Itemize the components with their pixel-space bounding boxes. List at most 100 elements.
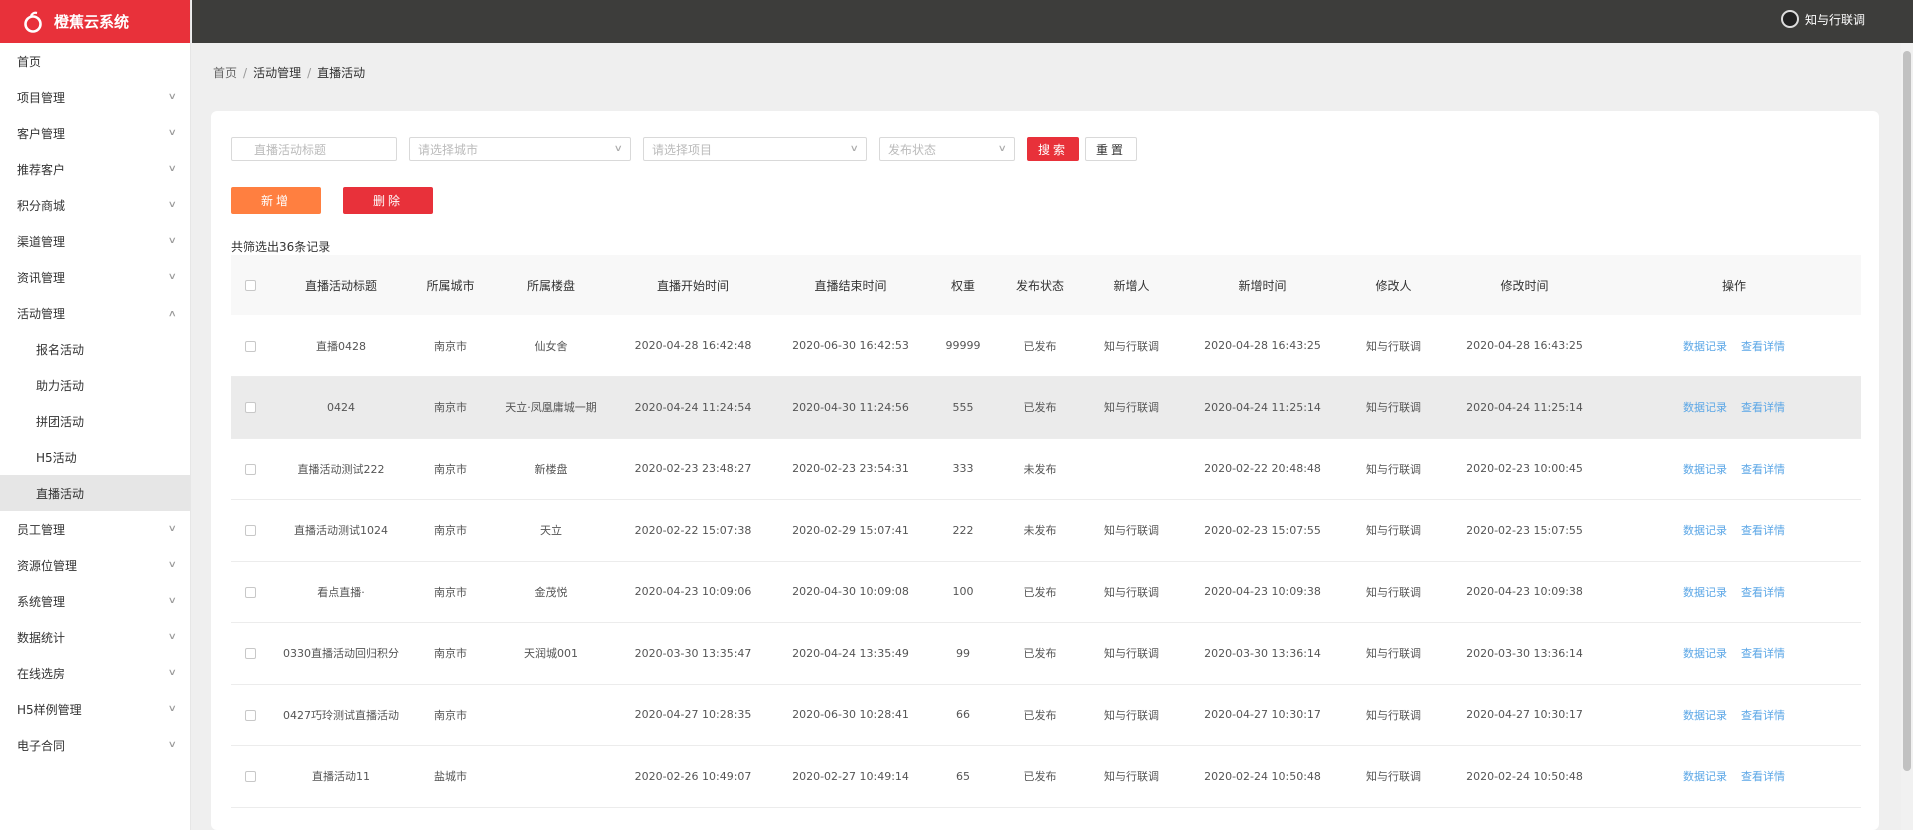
row-actions: 数据记录 查看详情 [1607,684,1861,746]
row-checkbox[interactable] [244,525,256,537]
status-select[interactable]: 发布状态 ∨ [879,137,1015,161]
scrollbar-thumb[interactable] [1903,51,1911,771]
sidebar-item-3[interactable]: 推荐客户 ∨ [0,151,190,187]
data-records-link[interactable]: 数据记录 [1683,340,1727,353]
data-records-link[interactable]: 数据记录 [1683,463,1727,476]
table-row[interactable]: 直播0428 南京市 仙女舍 2020-04-28 16:42:48 2020-06-3… [231,315,1861,377]
chevron-down-icon: ∨ [168,524,178,534]
sidebar-item-0[interactable]: 首页 [0,43,190,79]
table-cell: 2020-02-29 15:07:41 [772,499,929,562]
sidebar-item-6[interactable]: 资讯管理 ∨ [0,259,190,295]
sidebar-item-8[interactable]: 员工管理 ∨ [0,511,190,547]
project-select[interactable]: 请选择项目 ∨ [643,137,867,161]
chevron-down-icon: ∨ [168,560,178,570]
user-menu[interactable]: 知与行联调 [1780,10,1865,28]
table-cell: 2020-06-30 16:42:53 [772,315,929,377]
table-cell: 2020-04-27 10:30:17 [1442,684,1607,746]
sidebar-item-7[interactable]: 活动管理 ∨ [0,295,190,331]
sidebar-item-9[interactable]: 资源位管理 ∨ [0,547,190,583]
sidebar-subitem-3[interactable]: H5活动 [0,439,190,475]
table-cell: 2020-02-23 23:54:31 [772,438,929,500]
table-cell: 知与行联调 [1345,315,1442,377]
sidebar-item-4[interactable]: 积分商城 ∨ [0,187,190,223]
data-records-link[interactable]: 数据记录 [1683,524,1727,537]
sidebar-subitem-1[interactable]: 助力活动 [0,367,190,403]
sidebar-item-14[interactable]: 电子合同 ∨ [0,727,190,763]
breadcrumb-activity[interactable]: 活动管理 [253,66,301,80]
table-cell: 2020-04-23 10:09:38 [1442,561,1607,623]
content-card: 直播活动标题 请选择城市 ∨ 请选择项目 ∨ 发布状态 ∨ 搜索 重置 新增 删… [211,111,1879,830]
sidebar-item-5[interactable]: 渠道管理 ∨ [0,223,190,259]
table-row[interactable]: 直播活动11 盐城市 2020-02-26 10:49:07 2020-02-27 1… [231,745,1861,808]
table-cell: 南京市 [413,376,488,439]
view-details-link[interactable]: 查看详情 [1741,340,1785,353]
delete-button[interactable]: 删除 [343,187,433,214]
select-all-checkbox[interactable] [244,280,256,291]
reset-button[interactable]: 重置 [1085,137,1137,161]
table-cell: 知与行联调 [1083,745,1180,808]
city-select[interactable]: 请选择城市 ∨ [409,137,631,161]
sidebar-item-10[interactable]: 系统管理 ∨ [0,583,190,619]
column-header: 新增人 [1083,255,1180,315]
table-row[interactable]: 0330直播活动回归积分 南京市 天润城001 2020-03-30 13:35:47… [231,622,1861,685]
row-checkbox[interactable] [244,586,256,598]
view-details-link[interactable]: 查看详情 [1741,463,1785,476]
table-cell: 知与行联调 [1345,376,1442,439]
table-cell: 2020-04-24 11:25:14 [1180,376,1345,439]
sidebar-item-label: 员工管理 [17,522,66,537]
view-details-link[interactable]: 查看详情 [1741,401,1785,414]
table-row[interactable]: 0424 南京市 天立·凤凰庸城一期 2020-04-24 11:24:54 2020-… [231,376,1861,439]
row-checkbox[interactable] [244,340,256,352]
search-button[interactable]: 搜索 [1027,137,1079,161]
table-cell: 2020-04-24 13:35:49 [772,622,929,685]
chevron-down-icon: ∨ [168,92,178,102]
table-cell: 直播0428 [269,315,413,377]
row-checkbox[interactable] [244,463,256,475]
view-details-link[interactable]: 查看详情 [1741,647,1785,660]
data-records-link[interactable]: 数据记录 [1683,709,1727,722]
sidebar: 橙蕉云系统 首页项目管理 ∨ 客户管理 ∨ 推荐客户 ∨ 积分商城 ∨ 渠道管理 ∨ 资讯管理 ∨ 活动… [0,0,191,830]
view-details-link[interactable]: 查看详情 [1741,586,1785,599]
table-row[interactable]: 0427巧玲测试直播活动 南京市 2020-04-27 10:28:35 2020-0… [231,684,1861,746]
view-details-link[interactable]: 查看详情 [1741,770,1785,783]
data-records-link[interactable]: 数据记录 [1683,647,1727,660]
table-cell: 南京市 [413,684,488,746]
row-checkbox[interactable] [244,402,256,414]
row-actions: 数据记录 查看详情 [1607,622,1861,685]
sidebar-subitem-2[interactable]: 拼团活动 [0,403,190,439]
table-row[interactable]: 直播活动测试222 南京市 新楼盘 2020-02-23 23:48:27 2020-0… [231,438,1861,500]
table-cell: 0424 [269,376,413,439]
row-checkbox[interactable] [244,709,256,721]
column-header: 所属城市 [413,255,488,315]
view-details-link[interactable]: 查看详情 [1741,709,1785,722]
sidebar-item-2[interactable]: 客户管理 ∨ [0,115,190,151]
data-records-link[interactable]: 数据记录 [1683,401,1727,414]
title-search-input[interactable]: 直播活动标题 [231,137,397,161]
table-row[interactable]: 直播活动测试1024 南京市 天立 2020-02-22 15:07:38 2020-0… [231,499,1861,562]
table-cell: 知与行联调 [1345,438,1442,500]
app-logo[interactable]: 橙蕉云系统 [0,0,190,43]
chevron-down-icon: ∨ [168,272,178,282]
row-actions: 数据记录 查看详情 [1607,438,1861,500]
scrollbar[interactable] [1901,43,1913,830]
sidebar-subitem-0[interactable]: 报名活动 [0,331,190,367]
row-checkbox[interactable] [244,771,256,783]
view-details-link[interactable]: 查看详情 [1741,524,1785,537]
data-records-link[interactable]: 数据记录 [1683,586,1727,599]
row-checkbox[interactable] [244,648,256,660]
sidebar-item-12[interactable]: 在线选房 ∨ [0,655,190,691]
data-records-link[interactable]: 数据记录 [1683,770,1727,783]
sidebar-item-13[interactable]: H5样例管理 ∨ [0,691,190,727]
sidebar-item-label: 项目管理 [17,90,66,105]
sidebar-item-11[interactable]: 数据统计 ∨ [0,619,190,655]
table-header-row: 直播活动标题 所属城市 所属楼盘 直播开始时间 直播结束时间 权重 发布状态 新增人 新增时间修… [231,255,1861,315]
sidebar-subitem-4[interactable]: 直播活动 [0,475,190,511]
add-button[interactable]: 新增 [231,187,321,214]
table-cell: 2020-06-30 10:28:41 [772,684,929,746]
table-cell: 知与行联调 [1083,499,1180,562]
breadcrumb-home[interactable]: 首页 [213,66,237,80]
table-cell: 2020-02-22 15:07:38 [614,499,772,562]
sidebar-item-1[interactable]: 项目管理 ∨ [0,79,190,115]
column-header: 新增时间 [1180,255,1345,315]
table-row[interactable]: 看点直播· 南京市 金茂悦 2020-04-23 10:09:06 2020-04-30… [231,561,1861,623]
